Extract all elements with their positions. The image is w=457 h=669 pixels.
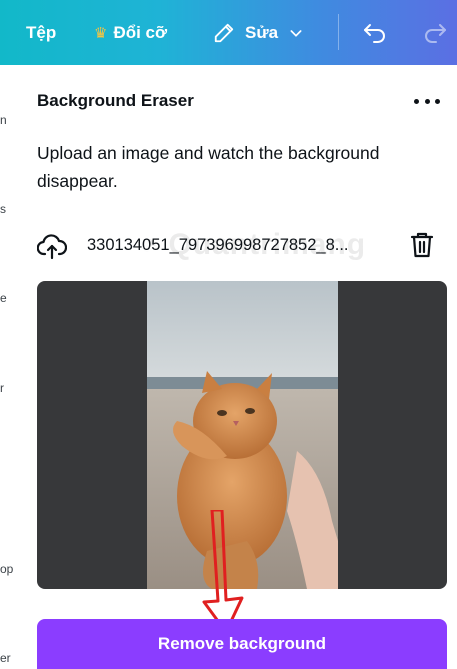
pencil-icon [214,23,234,42]
left-panel-fragment: er [0,651,11,665]
more-options-button[interactable] [414,90,440,112]
remove-background-button[interactable]: Remove background [37,619,447,669]
file-name: 330134051_797396998727852_8... [87,236,349,254]
top-toolbar: Tệp ♛ Đổi cỡ Sửa [0,0,457,65]
edit-label: Sửa [245,22,279,42]
uploaded-file-row: 330134051_797396998727852_8... [37,228,437,264]
remove-background-label: Remove background [157,634,327,653]
more-icon [414,98,419,104]
undo-icon [364,23,385,43]
left-panel-fragment: n [0,113,7,127]
file-menu-label: Tệp [26,22,57,42]
left-panel-fragment: op [0,562,14,576]
left-panel-fragment: r [0,381,4,395]
chevron-down-icon [290,29,302,37]
panel-description: Upload an image and watch the background… [37,143,380,191]
trash-icon[interactable] [410,231,434,259]
left-side-panel: n s e r op er [0,65,14,669]
crown-icon: ♛ [94,24,108,42]
resize-button[interactable]: ♛ Đổi cỡ [94,0,167,65]
resize-label: Đổi cỡ [113,22,168,42]
left-panel-fragment: s [0,202,6,216]
undo-button[interactable] [360,0,390,65]
redo-icon [425,23,446,43]
left-panel-fragment: e [0,291,7,305]
upload-cloud-icon[interactable] [37,232,67,260]
toolbar-divider [338,14,339,50]
file-menu-button[interactable]: Tệp [26,0,56,65]
panel-title: Background Eraser [37,91,194,110]
edit-menu-button[interactable]: Sửa [213,0,304,65]
redo-button[interactable] [420,0,450,65]
